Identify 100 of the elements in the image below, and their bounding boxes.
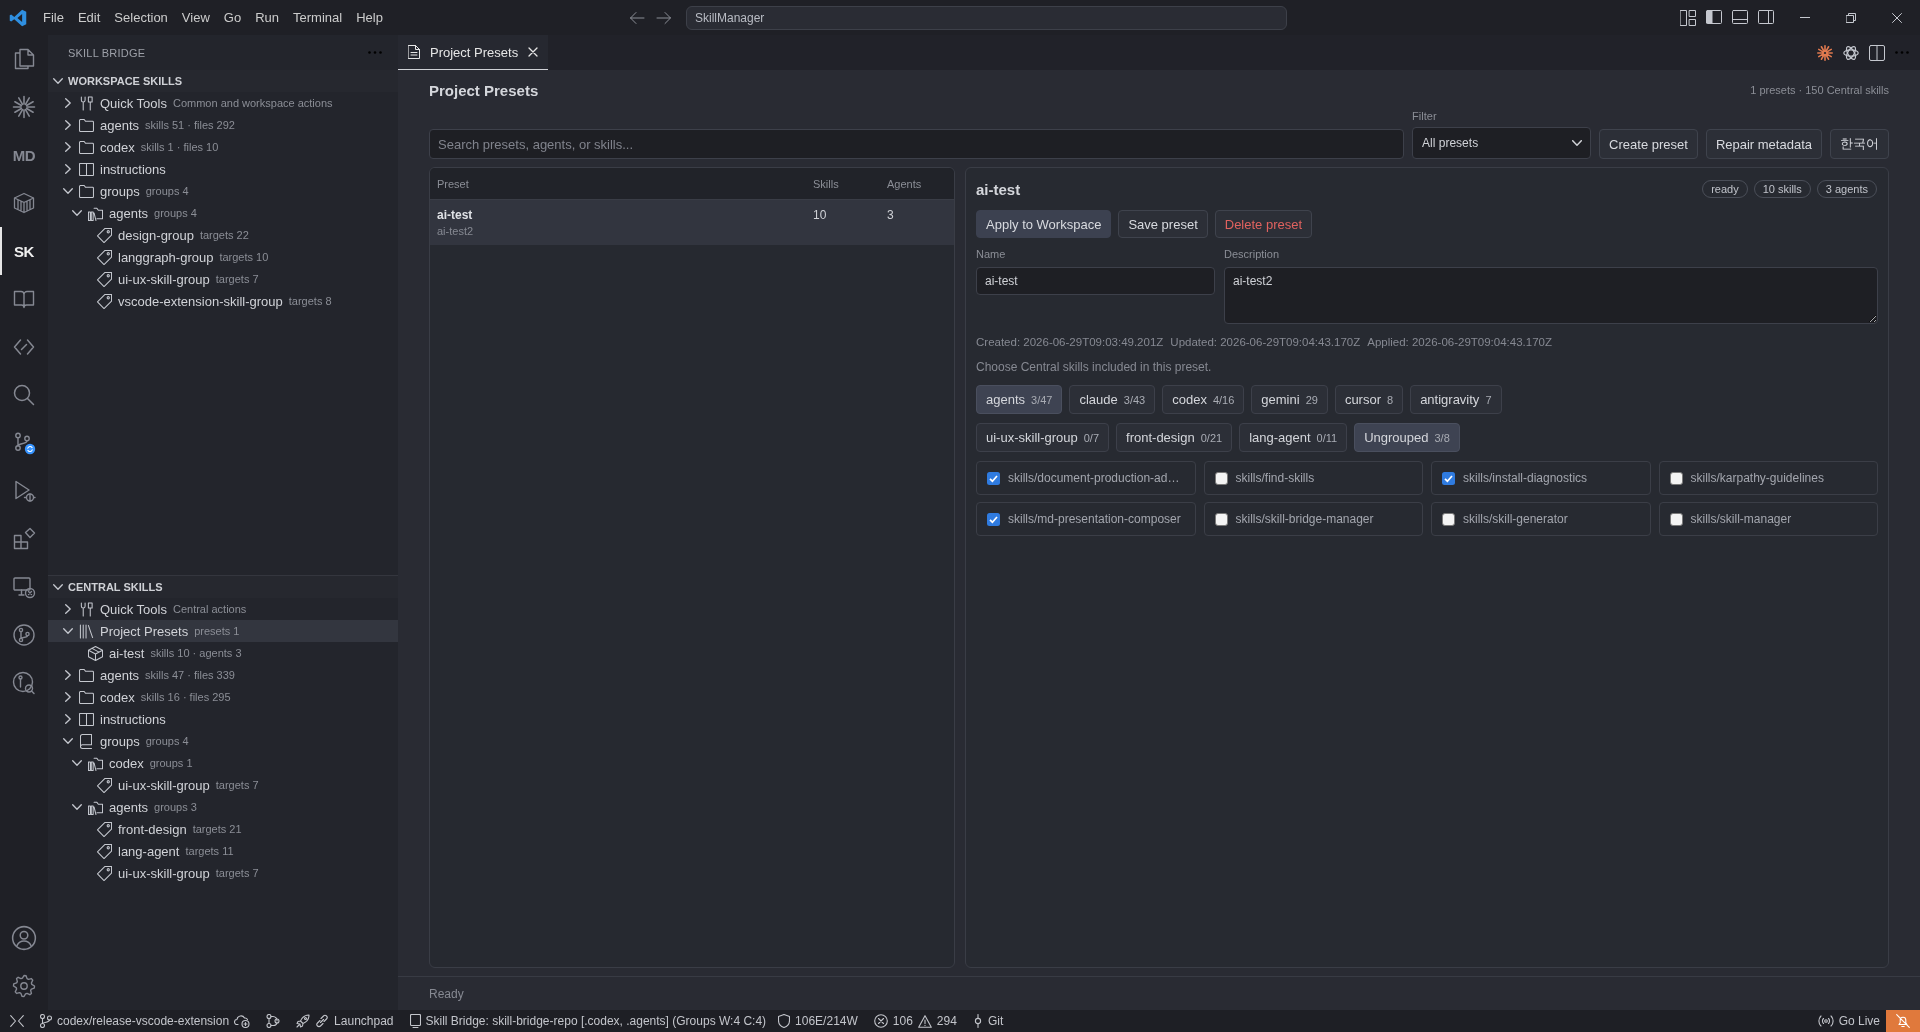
tree-item[interactable]: front-design targets 21	[48, 818, 398, 840]
tree-item[interactable]: groups groups 4	[48, 730, 398, 752]
settings-icon[interactable]	[12, 974, 36, 998]
skill-option[interactable]: skills/find-skills	[1203, 461, 1423, 495]
tree-item[interactable]: ui-ux-skill-group targets 7	[48, 268, 398, 290]
bell-slash-icon	[1896, 1014, 1910, 1028]
table-cell-text: 3	[887, 208, 895, 222]
account-icon[interactable]	[11, 925, 37, 951]
go-live-status[interactable]: Go Live	[1811, 1010, 1886, 1032]
tree-item[interactable]: groups groups 4	[48, 180, 398, 202]
action-button[interactable]: Repair metadata	[1705, 129, 1822, 159]
atom-icon[interactable]	[1843, 44, 1859, 61]
tree-item[interactable]: codex groups 1	[48, 752, 398, 774]
tree-item[interactable]: codex skills 1 · files 10	[48, 136, 398, 158]
sparkle-icon[interactable]	[1817, 44, 1833, 61]
commit-icon	[972, 1014, 983, 1028]
tree-item[interactable]: ui-ux-skill-group targets 7	[48, 774, 398, 796]
preset-row[interactable]: ai-test ai-test2 10 3	[430, 200, 954, 245]
tree-item[interactable]: design-group targets 22	[48, 224, 398, 246]
panel-toggle-icon[interactable]	[1732, 9, 1748, 24]
app-logo-icon	[9, 8, 27, 27]
secondary-sidebar-icon[interactable]	[1758, 9, 1774, 24]
tree-item[interactable]: agents skills 47 · files 339	[48, 664, 398, 686]
checkbox[interactable]	[987, 512, 1000, 526]
tree-item[interactable]: agents skills 51 · files 292	[48, 114, 398, 136]
checkbox[interactable]	[1669, 471, 1683, 485]
description-field[interactable]: ai-test2	[1224, 267, 1878, 324]
checkbox[interactable]	[1669, 512, 1683, 526]
tree-item[interactable]: instructions	[48, 158, 398, 180]
run-debug-icon	[12, 479, 36, 503]
tree-item[interactable]: Quick Tools Common and workspace actions	[48, 92, 398, 114]
menu-item[interactable]: File	[36, 5, 71, 30]
filter-chip[interactable]: claude 3/43	[1069, 385, 1156, 414]
close-icon[interactable]	[528, 47, 539, 57]
filter-chip[interactable]: gemini 29	[1251, 385, 1328, 414]
filter-chip[interactable]: lang-agent 0/11	[1239, 423, 1348, 452]
name-field[interactable]: ai-test	[976, 267, 1215, 295]
sidebar-toggle-icon[interactable]	[1706, 9, 1722, 24]
filter-chip[interactable]: antigravity 7	[1410, 385, 1502, 414]
skill-bridge-status[interactable]: Skill Bridge: skill-bridge-repo [.codex, .agents] (Groups W:4 C:4)	[403, 1010, 773, 1032]
alert-button[interactable]	[1886, 1010, 1920, 1032]
action-button[interactable]: Apply to Workspace	[976, 210, 1112, 238]
menu-item[interactable]: Selection	[107, 5, 175, 30]
editor-tab[interactable]: Project Presets	[398, 35, 549, 70]
skill-option[interactable]: skills/document-production-ad…	[976, 461, 1196, 495]
filter-chip[interactable]: codex 4/16	[1162, 385, 1245, 414]
filter-dropdown[interactable]: All presets	[1412, 127, 1592, 159]
files-icon	[12, 47, 36, 71]
menu-item[interactable]: Edit	[70, 5, 108, 30]
skill-option[interactable]: skills/md-presentation-composer	[976, 502, 1196, 536]
filter-chip[interactable]: ui-ux-skill-group 0/7	[976, 423, 1110, 452]
search-field[interactable]: Search presets, agents, or skills...	[429, 129, 1405, 159]
folder-icon	[78, 184, 94, 198]
checkbox[interactable]	[1442, 512, 1455, 526]
tree-item[interactable]: langgraph-group targets 10	[48, 246, 398, 268]
action-button[interactable]: 한국어	[1830, 129, 1889, 159]
layout-grid-icon[interactable]	[1680, 9, 1696, 26]
filter-chip[interactable]: cursor 8	[1334, 385, 1404, 414]
checkbox[interactable]	[1214, 471, 1228, 485]
skill-option[interactable]: skills/skill-manager	[1658, 502, 1878, 536]
command-center[interactable]: SkillManager	[686, 5, 1287, 30]
restore-icon[interactable]	[1846, 12, 1856, 23]
menu-item[interactable]: Help	[349, 5, 390, 30]
menu-item[interactable]: Go	[216, 5, 249, 30]
menu-item[interactable]: Run	[248, 5, 286, 30]
filter-chip[interactable]: agents 3/47	[976, 385, 1063, 414]
tree-item[interactable]: lang-agent targets 11	[48, 840, 398, 862]
close-icon[interactable]	[1892, 12, 1902, 23]
action-button[interactable]: Create preset	[1599, 129, 1698, 159]
filter-chip[interactable]: Ungrouped 3/8	[1354, 423, 1460, 452]
skill-option[interactable]: skills/skill-generator	[1431, 502, 1651, 536]
lint-status[interactable]: 106E/214W	[772, 1010, 864, 1032]
menu-item[interactable]: View	[174, 5, 217, 30]
git-status[interactable]: Git	[966, 1010, 1010, 1032]
tree-item[interactable]: Project Presets presets 1	[48, 620, 398, 642]
tag-icon	[96, 821, 112, 837]
menu-item[interactable]: Terminal	[286, 5, 350, 30]
tree-item[interactable]: ui-ux-skill-group targets 7	[48, 862, 398, 884]
launchpad-status[interactable]: Launchpad	[290, 1010, 400, 1032]
branch-status[interactable]: codex/release-vscode-extension	[34, 1010, 257, 1032]
action-button[interactable]: Save preset	[1118, 210, 1208, 238]
skill-option[interactable]: skills/install-diagnostics	[1431, 461, 1651, 495]
tree-item[interactable]: codex skills 16 · files 295	[48, 686, 398, 708]
split-editor-icon[interactable]	[1869, 44, 1885, 61]
problems-status[interactable]: 106 294	[867, 1010, 963, 1032]
action-button[interactable]: Delete preset	[1214, 210, 1313, 238]
tree-item[interactable]: agents groups 3	[48, 796, 398, 818]
filter-chip[interactable]: front-design 0/21	[1116, 423, 1233, 452]
skill-option[interactable]: skills/karpathy-guidelines	[1658, 461, 1878, 495]
timestamp-text: Updated: 2026-06-29T09:04:43.170Z	[1170, 336, 1361, 348]
skill-option[interactable]: skills/skill-bridge-manager	[1203, 502, 1423, 536]
checkbox[interactable]	[1214, 512, 1228, 526]
tree-item[interactable]: ai-test skills 10 · agents 3	[48, 642, 398, 664]
activity-tab[interactable]: MD	[0, 131, 48, 179]
checkbox[interactable]	[1442, 471, 1455, 485]
tree-item[interactable]: agents groups 4	[48, 202, 398, 224]
tree-item[interactable]: instructions	[48, 708, 398, 730]
tree-item[interactable]: vscode-extension-skill-group targets 8	[48, 290, 398, 312]
tree-item[interactable]: Quick Tools Central actions	[48, 598, 398, 620]
checkbox[interactable]	[987, 471, 1000, 485]
